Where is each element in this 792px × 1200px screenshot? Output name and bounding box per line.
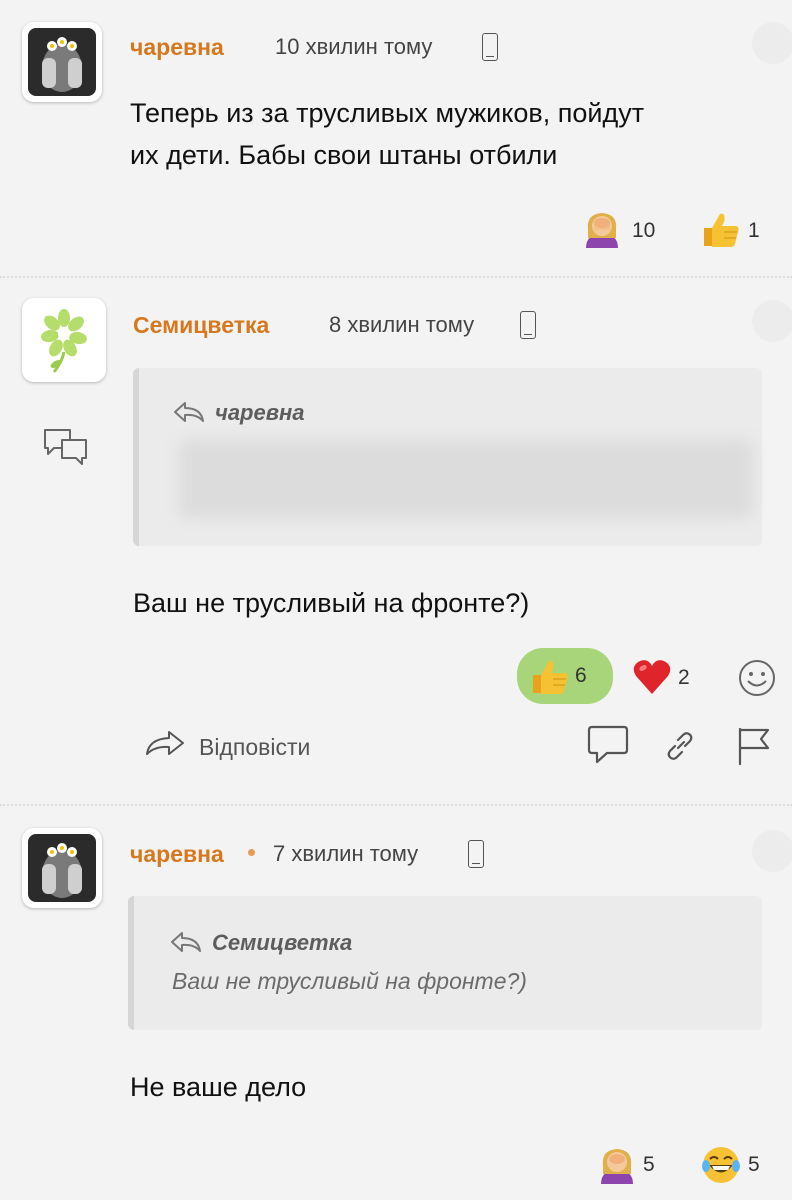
avatar-image <box>28 28 96 96</box>
comment-text: Не ваше дело <box>130 1072 307 1102</box>
comment-text-line-2: их дети. Бабы свои штаны отбили <box>130 140 558 170</box>
avatar-image <box>28 834 96 902</box>
comment-divider <box>0 804 792 806</box>
comment-2: Семицветка 8 хвилин тому чаревна Ваш не … <box>0 280 792 800</box>
comment-bubble-icon[interactable] <box>585 724 631 771</box>
avatar[interactable] <box>22 22 102 102</box>
comment-3: чаревна 7 хвилин тому Семицветка Ваш не … <box>0 808 792 1200</box>
laughing-icon[interactable] <box>700 1144 742 1191</box>
add-reaction-smiley-icon[interactable] <box>737 658 777 703</box>
reply-button[interactable]: Відповісти <box>199 734 310 761</box>
quoted-reply: чаревна <box>133 368 762 546</box>
reaction-count: 2 <box>678 666 690 689</box>
menu-dot[interactable] <box>752 830 792 872</box>
avatar-image <box>28 304 100 376</box>
menu-dot[interactable] <box>752 300 792 342</box>
reply-arrow-icon <box>170 930 202 959</box>
comment-author[interactable]: чаревна <box>130 34 224 61</box>
comment-divider <box>0 276 792 278</box>
comment-text-line-1: Теперь из за трусливых мужиков, пойдут <box>130 98 645 128</box>
comment-1: чаревна 10 хвилин тому Теперь из за трус… <box>0 0 792 270</box>
mobile-device-icon <box>520 311 536 339</box>
facepalm-icon[interactable] <box>597 1144 637 1191</box>
reply-arrow-icon[interactable] <box>145 728 185 765</box>
reaction-count: 5 <box>643 1153 655 1176</box>
quote-text: Ваш не трусливый на фронте?) <box>172 968 527 994</box>
online-dot <box>248 849 255 856</box>
mobile-device-icon <box>482 33 498 61</box>
quoted-reply: Семицветка Ваш не трусливый на фронте?) <box>128 896 762 1030</box>
flag-icon[interactable] <box>734 726 774 771</box>
comment-time: 7 хвилин тому <box>273 841 419 866</box>
avatar[interactable] <box>22 828 102 908</box>
reaction-count: 10 <box>632 219 656 242</box>
heart-icon[interactable] <box>632 658 672 701</box>
reaction-count: 1 <box>748 219 760 242</box>
reaction-count: 6 <box>575 664 587 687</box>
comment-text: Ваш не трусливый на фронте?) <box>133 588 530 618</box>
avatar[interactable] <box>22 298 106 382</box>
comment-time: 10 хвилин тому <box>275 34 433 59</box>
reaction-count: 5 <box>748 1153 760 1176</box>
reply-arrow-icon <box>173 400 205 429</box>
quote-author[interactable]: чаревна <box>215 400 305 426</box>
thumbs-up-icon <box>529 655 571 702</box>
thumbs-up-icon[interactable] <box>700 208 742 255</box>
link-icon[interactable] <box>664 730 696 767</box>
facepalm-icon[interactable] <box>582 208 622 255</box>
comment-author[interactable]: Семицветка <box>133 312 269 339</box>
quote-author[interactable]: Семицветка <box>212 930 352 956</box>
comment-author[interactable]: чаревна <box>130 841 224 868</box>
mobile-device-icon <box>468 840 484 868</box>
chat-bubbles-icon[interactable] <box>42 426 90 471</box>
menu-dot[interactable] <box>752 22 792 64</box>
comment-time: 8 хвилин тому <box>329 312 475 337</box>
blurred-quote-text <box>179 440 753 518</box>
like-reaction-active[interactable]: 6 <box>517 648 613 704</box>
